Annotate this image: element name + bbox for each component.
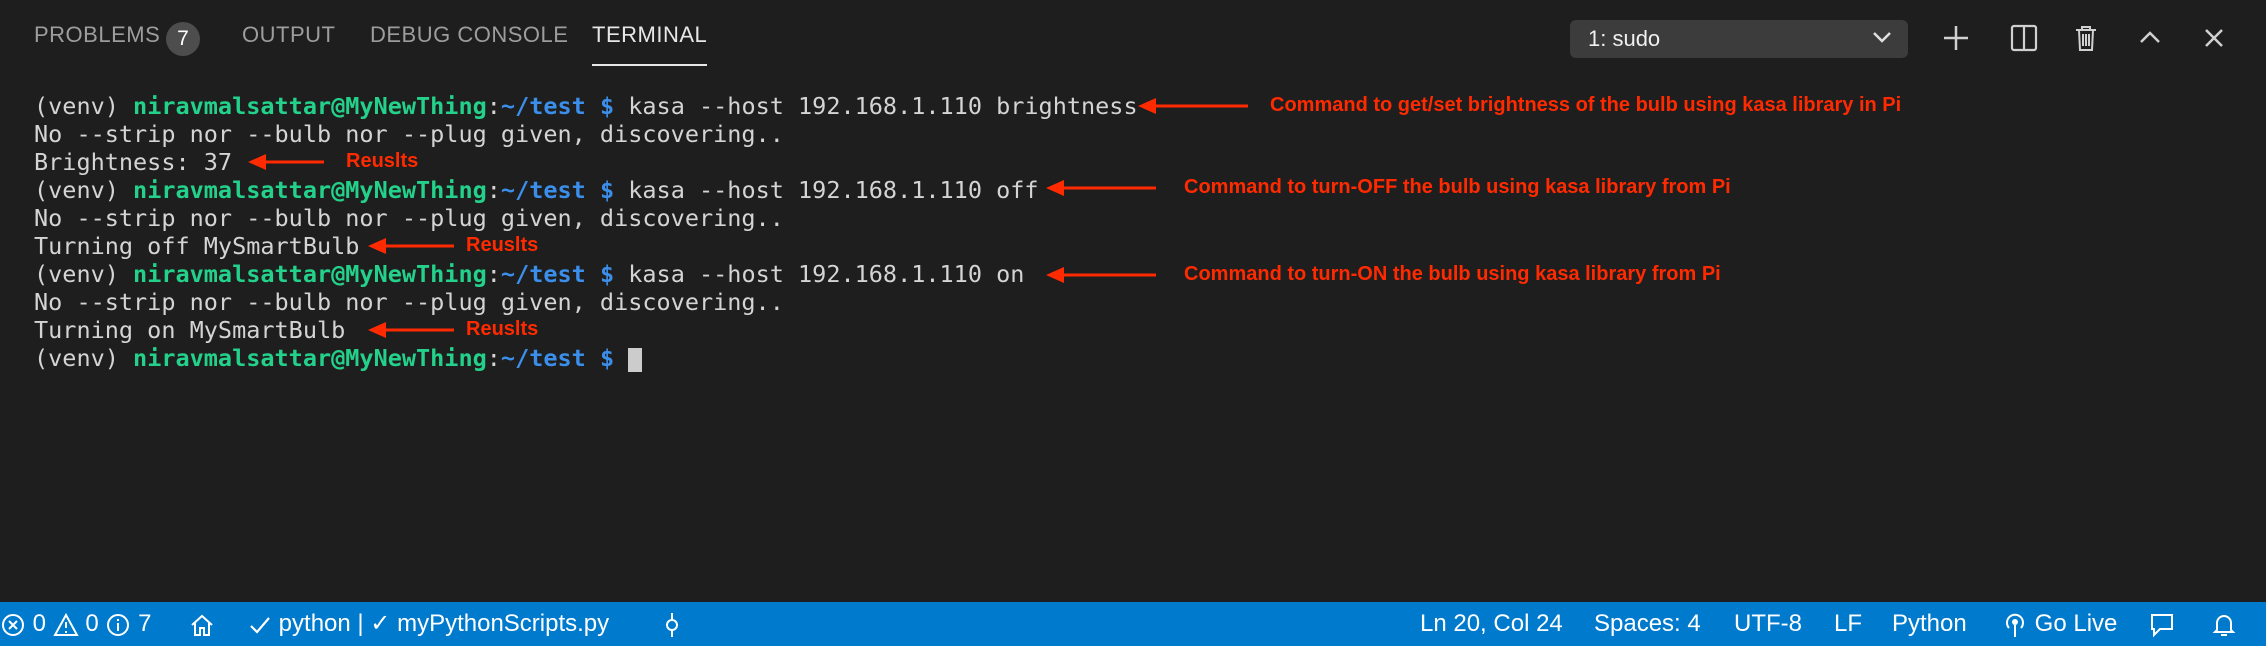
- tab-problems[interactable]: PROBLEMS: [34, 22, 160, 66]
- prompt-user: niravmalsattar@MyNewThing: [133, 92, 487, 120]
- terminal-command: kasa --host 192.168.1.110 off: [614, 176, 1039, 204]
- prompt-path: ~/test $: [500, 92, 615, 120]
- tab-output-label: OUTPUT: [242, 22, 336, 47]
- cursor-position[interactable]: Ln 20, Col 24: [1420, 602, 1563, 646]
- broadcast-icon: [2006, 613, 2024, 637]
- git-commit-button[interactable]: [660, 602, 684, 646]
- terminal-output-line: No --strip nor --bulb nor --plug given, …: [34, 288, 784, 316]
- panel-tab-bar: PROBLEMS 7 OUTPUT DEBUG CONSOLE TERMINAL…: [0, 0, 2266, 80]
- git-commit-icon: [666, 612, 678, 637]
- prompt-path: ~/test $: [500, 176, 615, 204]
- venv-label: (venv): [34, 260, 134, 288]
- feedback-icon: [2151, 613, 2173, 638]
- prompt-user: niravmalsattar@MyNewThing: [133, 260, 487, 288]
- prompt-user: niravmalsattar@MyNewThing: [133, 176, 487, 204]
- terminal-select-value: 1: sudo: [1588, 26, 1661, 51]
- tab-terminal[interactable]: TERMINAL: [592, 22, 708, 66]
- tab-debug-console-label: DEBUG CONSOLE: [370, 22, 569, 47]
- status-bar: 0 0 7 python | ✓ myPythonScripts.py Ln 2…: [0, 602, 2266, 646]
- indentation-status[interactable]: Spaces: 4: [1594, 602, 1701, 646]
- prompt-path: ~/test $: [500, 344, 615, 372]
- error-icon: [2, 613, 24, 636]
- prompt-colon: :: [486, 344, 501, 372]
- annotation-arrow: [368, 322, 454, 338]
- go-live-button[interactable]: Go Live: [2002, 602, 2117, 646]
- notifications-button[interactable]: [2210, 602, 2238, 646]
- terminal-command: kasa --host 192.168.1.110 brightness: [614, 92, 1138, 120]
- annotation-arrow: [1046, 267, 1156, 283]
- venv-label: (venv): [34, 176, 134, 204]
- terminal-output[interactable]: (venv) niravmalsattar@MyNewThing:~/test …: [34, 92, 1138, 372]
- eol-status[interactable]: LF: [1834, 602, 1862, 646]
- warning-count: 0: [85, 610, 99, 637]
- tab-debug-console[interactable]: DEBUG CONSOLE: [370, 22, 568, 66]
- encoding-status[interactable]: UTF-8: [1734, 602, 1802, 646]
- annotation-arrow: [1046, 180, 1156, 196]
- trash-icon[interactable]: [2068, 20, 2104, 56]
- home-button[interactable]: [188, 602, 216, 646]
- maximize-panel-icon[interactable]: [2132, 20, 2168, 56]
- venv-label: (venv): [34, 92, 134, 120]
- annotation-on-command: Command to turn-ON the bulb using kasa l…: [1184, 263, 1721, 285]
- terminal-prompt-line: (venv) niravmalsattar@MyNewThing:~/test …: [34, 344, 1138, 372]
- go-live-label: Go Live: [2034, 610, 2118, 637]
- error-count: 0: [32, 610, 47, 637]
- home-icon: [191, 614, 213, 636]
- tab-output[interactable]: OUTPUT: [242, 22, 335, 66]
- problems-count-badge: 7: [166, 22, 200, 56]
- tab-problems-label: PROBLEMS: [34, 22, 161, 47]
- terminal-prompt-line: (venv) niravmalsattar@MyNewThing:~/test …: [34, 260, 1138, 288]
- terminal-output-line: Brightness: 37: [34, 148, 233, 176]
- tab-terminal-label: TERMINAL: [592, 22, 708, 47]
- terminal-command: kasa --host 192.168.1.110 on: [614, 260, 1025, 288]
- annotation-brightness-command: Command to get/set brightness of the bul…: [1270, 94, 1902, 116]
- language-mode[interactable]: Python: [1892, 602, 1967, 646]
- terminal-output-line: No --strip nor --bulb nor --plug given, …: [34, 120, 784, 148]
- chevron-down-icon: [1873, 32, 1891, 43]
- feedback-button[interactable]: [2148, 602, 2178, 646]
- terminal-output-line: No --strip nor --bulb nor --plug given, …: [34, 204, 784, 232]
- annotation-arrow: [248, 154, 324, 170]
- terminal-prompt-line: (venv) niravmalsattar@MyNewThing:~/test …: [34, 92, 1138, 120]
- annotation-results: Reuslts: [466, 234, 539, 256]
- info-count: 7: [138, 610, 152, 637]
- info-icon: [107, 613, 130, 636]
- terminal-cursor: [628, 347, 643, 372]
- prompt-path: ~/test $: [500, 260, 615, 288]
- split-terminal-icon[interactable]: [2006, 20, 2042, 56]
- terminal-output-line: Turning off MySmartBulb: [34, 232, 360, 260]
- prompt-colon: :: [486, 92, 501, 120]
- interpreter-label: python | ✓ myPythonScripts.py: [278, 610, 610, 637]
- prompt-colon: :: [486, 176, 501, 204]
- close-panel-icon[interactable]: [2196, 20, 2232, 56]
- terminal-prompt-line: (venv) niravmalsattar@MyNewThing:~/test …: [34, 176, 1138, 204]
- annotation-off-command: Command to turn-OFF the bulb using kasa …: [1184, 176, 1731, 198]
- annotation-arrow: [1138, 98, 1248, 114]
- annotation-results: Reuslts: [346, 150, 419, 172]
- prompt-colon: :: [486, 260, 501, 288]
- annotation-results: Reuslts: [466, 318, 539, 340]
- terminal-output-line: Turning on MySmartBulb: [34, 316, 346, 344]
- annotation-arrow: [368, 238, 454, 254]
- venv-label: (venv): [34, 344, 134, 372]
- problems-status[interactable]: 0 0 7: [0, 602, 151, 646]
- prompt-user: niravmalsattar@MyNewThing: [133, 344, 487, 372]
- terminal-select[interactable]: 1: sudo: [1570, 20, 1908, 58]
- check-icon: [250, 616, 270, 634]
- warning-icon: [53, 612, 79, 636]
- python-interpreter-status[interactable]: python | ✓ myPythonScripts.py: [248, 602, 609, 646]
- new-terminal-icon[interactable]: [1938, 20, 1974, 56]
- terminal-command: [614, 344, 628, 372]
- bell-icon: [2212, 614, 2236, 636]
